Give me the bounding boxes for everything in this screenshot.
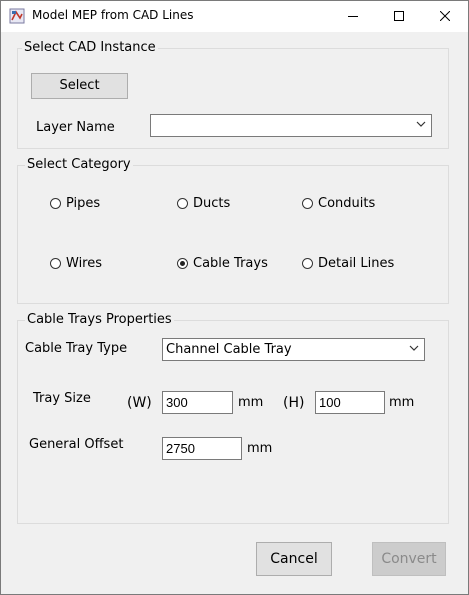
chevron-down-icon xyxy=(416,121,426,127)
width-unit: mm xyxy=(238,395,264,410)
cancel-button[interactable]: Cancel xyxy=(256,542,332,576)
tray-width-input[interactable] xyxy=(162,391,233,414)
tray-size-label: Tray Size xyxy=(33,391,91,406)
title-bar[interactable]: Model MEP from CAD Lines xyxy=(1,1,468,32)
width-label: (W) xyxy=(127,395,152,411)
maximize-button[interactable] xyxy=(376,1,422,32)
minimize-icon xyxy=(348,16,358,17)
properties-group-title: Cable Trays Properties xyxy=(25,312,174,327)
radio-cable-trays[interactable]: Cable Trays xyxy=(177,256,268,271)
dialog-window: Model MEP from CAD Lines Select CAD Inst… xyxy=(0,0,469,595)
layer-name-label: Layer Name xyxy=(36,120,115,135)
window-title: Model MEP from CAD Lines xyxy=(32,8,194,22)
maximize-icon xyxy=(394,11,404,21)
radio-circle xyxy=(302,198,313,209)
category-group xyxy=(17,165,449,304)
radio-circle xyxy=(50,258,61,269)
cable-tray-type-value: Channel Cable Tray xyxy=(166,342,292,357)
radio-label: Cable Trays xyxy=(193,256,268,271)
minimize-button[interactable] xyxy=(330,1,376,32)
offset-unit: mm xyxy=(247,441,273,456)
radio-label: Wires xyxy=(66,256,103,271)
radio-label: Ducts xyxy=(193,196,231,211)
general-offset-input[interactable] xyxy=(162,437,242,460)
tray-height-input[interactable] xyxy=(315,391,385,414)
height-unit: mm xyxy=(389,395,415,410)
radio-ducts[interactable]: Ducts xyxy=(177,196,230,211)
radio-circle xyxy=(177,198,188,209)
radio-label: Detail Lines xyxy=(318,256,395,271)
close-icon xyxy=(440,11,450,21)
layer-name-dropdown[interactable] xyxy=(150,114,432,137)
radio-circle xyxy=(302,258,313,269)
radio-label: Pipes xyxy=(66,196,101,211)
cable-tray-type-label: Cable Tray Type xyxy=(25,341,128,356)
radio-circle xyxy=(50,198,61,209)
category-group-title: Select Category xyxy=(25,157,133,172)
radio-detail-lines[interactable]: Detail Lines xyxy=(302,256,394,271)
radio-conduits[interactable]: Conduits xyxy=(302,196,375,211)
radio-label: Conduits xyxy=(318,196,376,211)
select-button[interactable]: Select xyxy=(31,73,128,99)
height-label: (H) xyxy=(283,395,305,411)
chevron-down-icon xyxy=(409,345,419,351)
radio-pipes[interactable]: Pipes xyxy=(50,196,100,211)
radio-wires[interactable]: Wires xyxy=(50,256,102,271)
app-icon xyxy=(9,8,25,24)
radio-circle-selected xyxy=(177,258,188,269)
general-offset-label: General Offset xyxy=(29,437,124,452)
convert-button[interactable]: Convert xyxy=(372,542,446,576)
cad-instance-group-title: Select CAD Instance xyxy=(22,40,158,55)
close-button[interactable] xyxy=(422,1,468,32)
cable-tray-type-dropdown[interactable]: Channel Cable Tray xyxy=(162,338,425,361)
